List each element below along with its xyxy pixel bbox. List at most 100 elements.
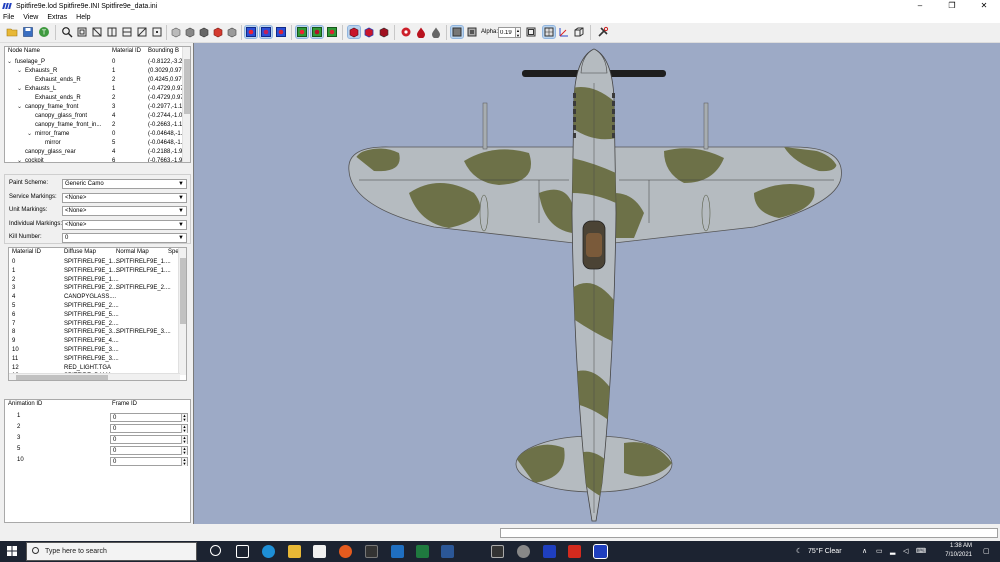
paint-scheme-dropdown[interactable]: Generic Camo ▼	[62, 179, 187, 189]
tree-node[interactable]: Exhaust_ends_R	[27, 94, 81, 103]
shade-red-icon[interactable]	[212, 26, 224, 38]
3d-viewport[interactable]	[193, 43, 1000, 524]
expand-caret-icon[interactable]: ⌄	[17, 103, 25, 112]
stepper-arrows-icon[interactable]: ▲ ▼	[181, 447, 187, 455]
box-view-4-icon[interactable]	[121, 26, 133, 38]
material-material-id-cell[interactable]: 6	[12, 311, 15, 320]
box-view-3-icon[interactable]	[106, 26, 118, 38]
column-header-material-id[interactable]: Material ID	[112, 47, 141, 56]
material-material-id-cell[interactable]: 10	[12, 346, 19, 355]
frame-id-stepper[interactable]: 0 ▲ ▼	[110, 424, 188, 433]
material-material-id-cell[interactable]: 8	[12, 328, 15, 337]
tree-node[interactable]: mirror	[37, 139, 61, 148]
tree-node[interactable]: canopy_glass_rear	[17, 148, 76, 157]
expand-caret-icon[interactable]: ⌄	[17, 85, 25, 94]
tray-app-icon[interactable]: ▭	[876, 541, 883, 562]
materials-hscrollbar[interactable]	[9, 373, 180, 380]
taskbar-clock[interactable]: 1:38 AM 7/10/2021	[945, 542, 972, 560]
unit-markings-dropdown[interactable]: <None> ▼	[62, 206, 187, 216]
material-dark-drop-icon[interactable]	[430, 26, 442, 39]
material-material-id-cell[interactable]: 5	[12, 302, 15, 311]
material-red-sphere-icon[interactable]	[400, 26, 412, 38]
menu-file[interactable]: File	[3, 14, 14, 21]
material-material-id-cell[interactable]: 0	[12, 258, 15, 267]
weather-text[interactable]: 75°F Clear	[808, 541, 842, 562]
maximize-button[interactable]: ❐	[936, 0, 968, 12]
chevron-down-icon[interactable]: ▼	[178, 221, 184, 230]
frame-id-stepper[interactable]: 0 ▲ ▼	[110, 435, 188, 444]
material-diffuse-map-cell[interactable]: SPITFIRELF9E_2....	[64, 302, 119, 311]
frame-id-stepper[interactable]: 0 ▲ ▼	[110, 413, 188, 422]
frame-id-stepper[interactable]: 0 ▲ ▼	[110, 446, 188, 455]
layer-green-1-icon[interactable]	[295, 25, 309, 39]
stepper-arrows-icon[interactable]: ▲ ▼	[181, 436, 187, 444]
chevron-down-icon[interactable]: ▼	[178, 180, 184, 189]
menu-help[interactable]: Help	[76, 14, 90, 21]
material-diffuse-map-cell[interactable]: SPITFIRELF9E_2....	[64, 284, 119, 293]
shade-smooth-icon[interactable]	[198, 26, 210, 38]
material-material-id-cell[interactable]: 4	[12, 293, 15, 302]
shade-textured-icon[interactable]	[226, 26, 238, 38]
tree-node[interactable]: ⌄ cockpit	[17, 157, 44, 162]
save-icon[interactable]	[22, 26, 34, 38]
material-material-id-cell[interactable]: 7	[12, 320, 15, 329]
excel-icon[interactable]	[416, 545, 429, 558]
mail-icon[interactable]	[391, 545, 404, 558]
cortana-icon[interactable]	[210, 545, 221, 556]
alpha-blend-icon[interactable]	[466, 26, 478, 38]
windows-start-icon[interactable]	[7, 546, 17, 556]
layer-blue-3-icon[interactable]	[275, 26, 287, 38]
tools-icon[interactable]	[597, 26, 609, 38]
material-material-id-cell[interactable]: 9	[12, 337, 15, 346]
stepper-arrows-icon[interactable]: ▲ ▼	[181, 425, 187, 433]
materials-scrollbar[interactable]	[178, 248, 186, 375]
mesh-red-2-icon[interactable]	[363, 26, 375, 38]
7zip-icon[interactable]	[491, 545, 504, 558]
node-tree-scrollbar[interactable]	[182, 47, 190, 162]
tree-node[interactable]: canopy_glass_front	[27, 112, 87, 121]
alpha-spinner[interactable]: ▲ ▼	[515, 27, 521, 38]
grid-toggle-icon[interactable]	[542, 25, 556, 39]
material-material-id-cell[interactable]: 3	[12, 284, 15, 293]
layer-green-2-icon[interactable]	[310, 25, 324, 39]
column-header-bounding-box[interactable]: Bounding B	[148, 47, 179, 56]
service-markings-dropdown[interactable]: <None> ▼	[62, 192, 187, 203]
material-material-id-cell[interactable]: 11	[12, 355, 18, 364]
expand-caret-icon[interactable]: ⌄	[17, 67, 25, 76]
box-view-5-icon[interactable]	[136, 26, 148, 38]
tree-node[interactable]: ⌄ mirror_frame	[27, 130, 69, 139]
material-normal-map-cell[interactable]: SPITFIRELF9E_1....	[116, 258, 171, 267]
expand-caret-icon[interactable]: ⌄	[27, 130, 35, 139]
edge-browser-icon[interactable]	[262, 545, 275, 558]
stepper-arrows-icon[interactable]: ▲ ▼	[181, 414, 187, 422]
material-normal-map-cell[interactable]: SPITFIRELF9E_2....	[116, 284, 171, 293]
material-diffuse-map-cell[interactable]: SPITFIRELF9E_3....	[64, 328, 119, 337]
material-diffuse-map-cell[interactable]: SPITFIRELF9E_1....	[64, 276, 119, 285]
material-material-id-cell[interactable]: 1	[12, 267, 15, 276]
lod-viewer-active-icon[interactable]	[593, 544, 608, 559]
individual-markings-dropdown[interactable]: <None> ▼	[62, 219, 187, 230]
taskbar-search-box[interactable]: Type here to search	[26, 542, 197, 561]
chevron-down-icon[interactable]: ▼	[178, 194, 184, 203]
minimize-button[interactable]: –	[904, 0, 936, 12]
file-explorer-icon[interactable]	[288, 545, 301, 558]
tree-node[interactable]: ⌄ Exhausts_R	[17, 67, 57, 76]
network-icon[interactable]: ▂	[890, 541, 895, 562]
expand-caret-icon[interactable]: ⌄	[7, 58, 15, 67]
material-diffuse-map-cell[interactable]: SPITFIRELF9E_5....	[64, 311, 119, 320]
material-diffuse-map-cell[interactable]: SPITFIRELF9E_1....	[64, 258, 119, 267]
material-diffuse-map-cell[interactable]: SPITFIRELF9E_3....	[64, 346, 119, 355]
material-diffuse-map-cell[interactable]: SPITFIRELF9E_1....	[64, 267, 119, 276]
mesh-red-1-icon[interactable]	[347, 25, 361, 39]
weather-moon-icon[interactable]: ☾	[796, 541, 802, 562]
material-normal-map-cell[interactable]: SPITFIRELF9E_1....	[116, 267, 171, 276]
tree-node[interactable]: canopy_frame_front_in...	[27, 121, 101, 130]
tree-node[interactable]: ⌄ fuselage_P	[7, 58, 45, 67]
store-icon[interactable]	[313, 545, 326, 558]
close-button[interactable]: ✕	[968, 0, 1000, 12]
shade-flat-icon[interactable]	[184, 26, 196, 38]
box-bounds-icon[interactable]	[573, 26, 585, 38]
material-diffuse-map-cell[interactable]: RED_LIGHT.TGA	[64, 364, 111, 373]
tree-node[interactable]: ⌄ canopy_frame_front	[17, 103, 78, 112]
kill-number-dropdown[interactable]: 0 ▼	[62, 233, 187, 243]
